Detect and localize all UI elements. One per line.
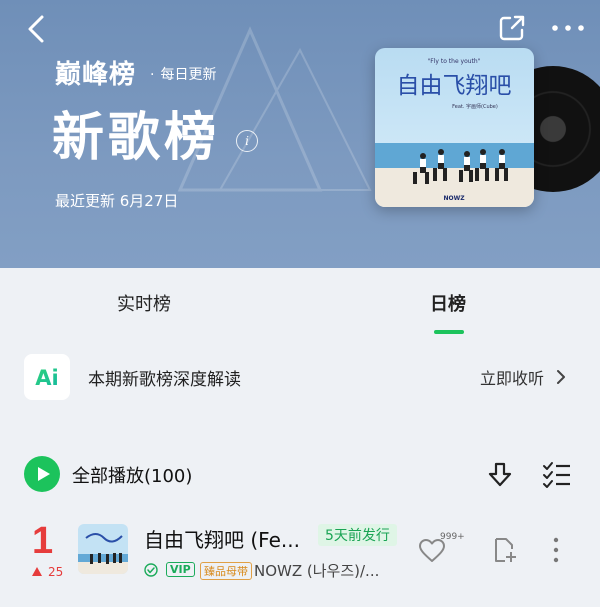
cover-label: NOWZ xyxy=(443,195,465,202)
release-badge: 5天前发行 xyxy=(318,524,397,546)
download-icon xyxy=(488,462,512,487)
page-title: 新歌榜 xyxy=(52,108,221,168)
add-to-playlist-button[interactable] xyxy=(492,536,518,564)
ai-banner-text: 本期新歌榜深度解读 xyxy=(88,370,241,390)
check-circle-icon xyxy=(144,563,158,577)
like-count: 999+ xyxy=(440,532,465,542)
chart-content: 实时榜 日榜 Ai 本期新歌榜深度解读 立即收听 全部播放(100) 1 25 … xyxy=(0,268,600,607)
song-thumbnail-art xyxy=(78,524,128,574)
play-icon xyxy=(24,456,60,492)
more-button[interactable] xyxy=(550,18,586,38)
song-title[interactable]: 自由飞翔吧 (Fe... xyxy=(144,524,300,553)
play-all-button[interactable] xyxy=(24,456,60,492)
song-count: (100) xyxy=(144,466,193,487)
table-row[interactable]: 1 25 自由飞翔吧 (Fe... 5天前发行 VIP 臻品母带 NOWZ (나… xyxy=(0,518,600,588)
multi-select-button[interactable] xyxy=(542,460,572,488)
cover-tagline: "Fly to the youth" xyxy=(428,58,481,65)
vip-badge: VIP xyxy=(166,562,195,577)
separator-dot: · xyxy=(150,67,155,83)
active-tab-indicator xyxy=(434,330,464,334)
song-rank: 1 xyxy=(32,520,54,562)
cover-feat: Feat. 宇画师(Cube) xyxy=(452,103,498,110)
share-icon xyxy=(499,15,525,41)
ai-icon: Ai xyxy=(35,366,58,390)
play-all-text: 全部播放 xyxy=(72,466,144,487)
play-all-label[interactable]: 全部播放(100) xyxy=(72,462,192,488)
frequency-label: 每日更新 xyxy=(160,67,217,83)
tab-realtime[interactable]: 实时榜 xyxy=(117,290,171,316)
quality-badge: 臻品母带 xyxy=(200,562,252,580)
chevron-right-icon xyxy=(557,370,566,384)
listen-now-link[interactable]: 立即收听 xyxy=(480,365,567,389)
ai-logo: Ai xyxy=(24,354,70,400)
more-horizontal-icon xyxy=(552,25,584,31)
update-frequency: · 每日更新 xyxy=(150,64,216,84)
back-button[interactable] xyxy=(22,14,50,44)
like-button[interactable] xyxy=(418,538,462,566)
song-more-button[interactable] xyxy=(552,536,560,564)
chart-brand: 巅峰榜 xyxy=(55,60,137,90)
ai-interpretation-banner[interactable]: Ai 本期新歌榜深度解读 立即收听 xyxy=(0,354,600,402)
verified-icon xyxy=(144,562,158,577)
album-art: "Fly to the youth" 自由飞翔吧 Feat. 宇画师(Cube)… xyxy=(375,48,534,207)
tab-daily[interactable]: 日榜 xyxy=(430,290,466,316)
multi-select-icon xyxy=(543,462,570,488)
rank-up-icon xyxy=(32,567,42,576)
add-to-playlist-icon xyxy=(495,538,516,562)
ai-logo-text: Ai xyxy=(35,366,58,390)
rank-change: 25 xyxy=(32,565,63,579)
cover-handwriting: 自由飞翔吧 xyxy=(397,73,512,99)
download-button[interactable] xyxy=(486,460,514,488)
rank-change-value: 25 xyxy=(48,565,64,579)
more-vertical-icon xyxy=(553,537,559,563)
song-artist[interactable]: NOWZ (나우즈)/... xyxy=(254,560,379,581)
play-all-row: 全部播放(100) xyxy=(0,454,600,494)
info-icon[interactable]: i xyxy=(236,130,258,152)
song-thumbnail[interactable] xyxy=(78,524,128,574)
listen-now-label: 立即收听 xyxy=(480,369,545,388)
album-cover[interactable]: "Fly to the youth" 自由飞翔吧 Feat. 宇画师(Cube)… xyxy=(375,48,534,207)
chevron-left-icon xyxy=(28,15,44,43)
chart-header: 巅峰榜 · 每日更新 新歌榜 i 最近更新 6月27日 "Fly to the y… xyxy=(0,0,600,268)
last-updated: 最近更新 6月27日 xyxy=(55,192,179,210)
share-button[interactable] xyxy=(498,14,526,42)
